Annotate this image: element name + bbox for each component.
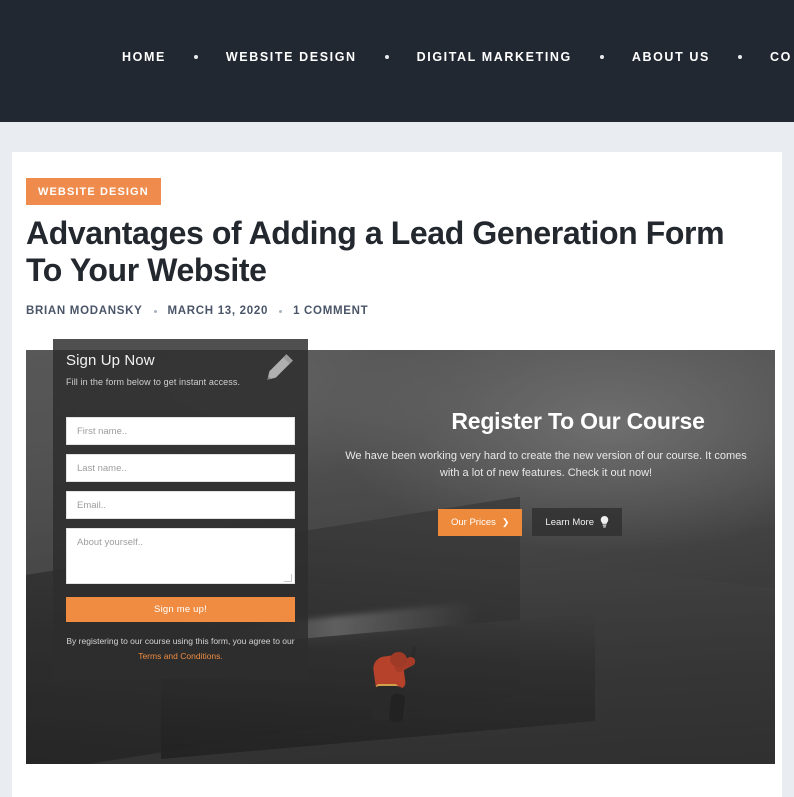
nav-separator-dot	[193, 55, 198, 59]
terms-sentence: By registering to our course using this …	[66, 636, 295, 646]
nav-item-home[interactable]: Home	[122, 50, 166, 64]
nav-separator-dot	[737, 55, 742, 59]
signup-subheading: Fill in the form below to get instant ac…	[66, 377, 241, 387]
nav-separator-dot	[599, 55, 604, 59]
signup-form-panel: Sign Up Now Fill in the form below to ge…	[53, 339, 308, 679]
nav-item-website-design[interactable]: Website Design	[226, 50, 357, 64]
promo-actions: Our Prices ❯ Learn More	[438, 508, 623, 536]
primary-navigation: Home Website Design Digital Marketing Ab…	[122, 50, 792, 64]
climber-leg	[388, 693, 406, 723]
nav-item-contact[interactable]: Co	[770, 50, 792, 64]
signup-terms-text: By registering to our course using this …	[66, 634, 295, 664]
pencil-icon	[267, 354, 293, 380]
terms-and-conditions-link[interactable]: Terms and Conditions.	[138, 651, 223, 661]
nav-item-about-us[interactable]: About Us	[632, 50, 710, 64]
promo-description: We have been working very hard to create…	[345, 450, 747, 480]
about-yourself-placeholder: About yourself..	[77, 537, 144, 548]
meta-separator-dot	[153, 309, 157, 313]
resize-grip-icon[interactable]	[284, 574, 292, 582]
first-name-input[interactable]: First name..	[66, 417, 295, 445]
our-prices-label: Our Prices	[451, 516, 496, 528]
nav-item-digital-marketing[interactable]: Digital Marketing	[417, 50, 572, 64]
nav-separator-dot	[384, 55, 389, 59]
post-author[interactable]: Brian Modansky	[26, 305, 143, 317]
lightbulb-icon	[600, 516, 609, 528]
climber-figure	[364, 646, 424, 732]
learn-more-button[interactable]: Learn More	[532, 508, 623, 536]
signup-heading: Sign Up Now	[66, 352, 155, 369]
page-title: Advantages of Adding a Lead Generation F…	[26, 215, 725, 289]
meta-separator-dot	[279, 309, 283, 313]
about-yourself-textarea[interactable]: About yourself..	[66, 528, 295, 584]
last-name-input[interactable]: Last name..	[66, 454, 295, 482]
site-header: Home Website Design Digital Marketing Ab…	[0, 0, 794, 122]
post-comment-count[interactable]: 1 Comment	[293, 305, 368, 317]
article-card: Website Design Advantages of Adding a Le…	[12, 152, 782, 797]
category-badge[interactable]: Website Design	[26, 178, 161, 205]
learn-more-label: Learn More	[545, 516, 595, 528]
chevron-right-icon: ❯	[501, 516, 510, 527]
post-meta: Brian Modansky March 13, 2020 1 Comment	[26, 305, 368, 317]
promo-title: Register To Our Course	[451, 408, 705, 434]
post-date: March 13, 2020	[167, 305, 269, 317]
our-prices-button[interactable]: Our Prices ❯	[438, 508, 523, 536]
climber-hood	[390, 652, 407, 667]
sign-me-up-button[interactable]: Sign me up!	[66, 597, 295, 622]
email-input[interactable]: Email..	[66, 491, 295, 519]
